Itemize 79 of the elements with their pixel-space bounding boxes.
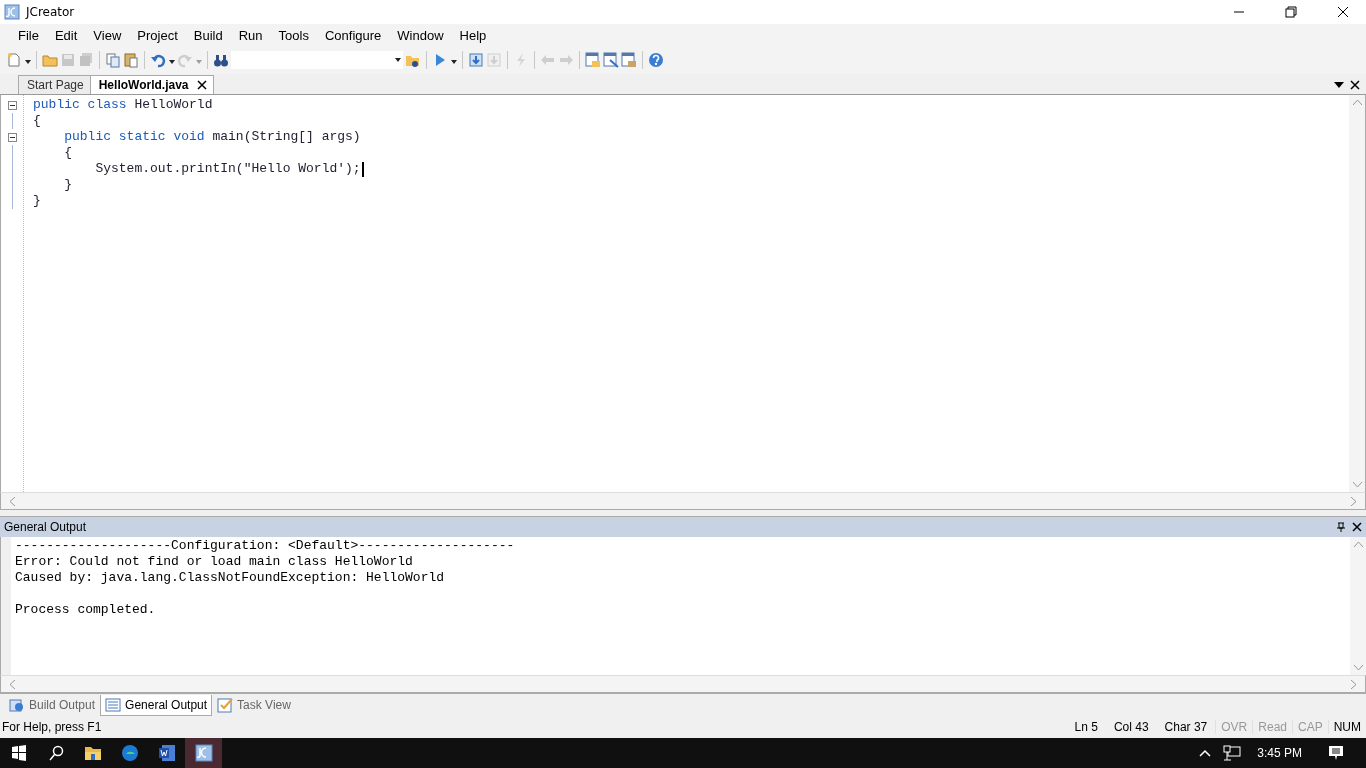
output-line: Process completed. [15, 602, 157, 618]
notification-icon[interactable] [1328, 745, 1344, 761]
fold-toggle-icon[interactable] [7, 132, 17, 142]
scroll-up-icon[interactable] [1353, 541, 1363, 547]
document-icon[interactable] [157, 744, 176, 762]
menu-item[interactable]: Configure [316, 25, 390, 45]
scroll-up-icon[interactable] [1352, 99, 1362, 105]
app-icon [4, 4, 20, 20]
browser-icon[interactable] [120, 744, 139, 762]
status-indicator: NUM [1327, 720, 1366, 734]
panel-tab[interactable]: General Output [100, 694, 213, 716]
window-box-icon[interactable] [621, 52, 637, 68]
window-folder-icon[interactable] [585, 52, 601, 68]
dropdown-arrow-icon[interactable] [1334, 82, 1344, 88]
restore-icon[interactable] [1283, 4, 1299, 20]
menu-item[interactable]: Edit [46, 25, 86, 45]
window-title: JCreator [26, 5, 76, 19]
help-icon[interactable] [648, 52, 664, 68]
dropdown-arrow-icon[interactable] [25, 60, 31, 64]
status-indicator: Read [1252, 720, 1292, 734]
close-icon[interactable] [196, 80, 207, 90]
dropdown-arrow-icon[interactable] [451, 60, 457, 64]
status-pane: Ln 5 [1073, 720, 1099, 734]
menu-item[interactable]: Build [185, 25, 231, 45]
status-pane: Col 43 [1112, 720, 1150, 734]
code-line: } [33, 193, 42, 209]
output-line: --------------------Configuration: <Default>-------------------- [15, 538, 516, 554]
folder-icon[interactable] [83, 745, 102, 761]
code-line: System.out.printIn("Hello World'); [33, 161, 1349, 177]
dropdown-arrow-icon[interactable] [169, 60, 175, 64]
code-line: public static void main(String[] args) [63, 129, 362, 145]
start-icon[interactable] [10, 745, 27, 761]
close-icon[interactable] [1335, 4, 1351, 20]
status-indicator: CAP [1292, 720, 1328, 734]
scroll-left-icon[interactable] [9, 679, 15, 689]
menu-item[interactable]: File [10, 25, 47, 45]
menu-item[interactable]: Project [129, 25, 186, 45]
pin-icon[interactable] [1336, 522, 1346, 532]
scroll-left-icon[interactable] [9, 496, 15, 506]
scroll-down-icon[interactable] [1353, 665, 1363, 671]
output-line: Caused by: java.lang.ClassNotFoundException: HelloWorld [15, 570, 446, 586]
dropdown-arrow-icon[interactable] [395, 58, 401, 62]
fold-toggle-icon[interactable] [7, 100, 17, 110]
close-icon[interactable] [1350, 80, 1360, 90]
scroll-down-icon[interactable] [1352, 482, 1362, 488]
search-icon[interactable] [47, 745, 64, 761]
code-line: public class HelloWorld [33, 97, 214, 113]
menu-item[interactable]: View [85, 25, 130, 45]
copy-icon[interactable] [105, 52, 121, 68]
status-pane: Char 37 [1163, 720, 1209, 734]
panel-title: General Output [4, 520, 88, 534]
output-line: Error: Could not find or load main class HelloWorld [15, 554, 414, 570]
chevron-up-icon[interactable] [1199, 749, 1212, 757]
status-indicator: OVR [1215, 720, 1253, 734]
search-combo-field[interactable] [231, 51, 403, 69]
close-icon[interactable] [1352, 522, 1362, 532]
paste-icon[interactable] [123, 52, 139, 68]
code-line: } [63, 177, 73, 193]
panel-tab[interactable]: Build Output [4, 694, 101, 716]
status-text: For Help, press F1 [2, 720, 103, 734]
code-line: { [33, 113, 42, 129]
menu-item[interactable]: Run [230, 25, 271, 45]
panel-tab[interactable]: Task View [212, 694, 296, 716]
scroll-right-icon[interactable] [1351, 496, 1357, 506]
editor-tab[interactable]: Start Page [18, 75, 91, 94]
clock-time: 3:45 PM [1256, 746, 1303, 760]
code-line: { [63, 145, 73, 161]
menu-item[interactable]: Window [389, 25, 452, 45]
network-icon[interactable] [1223, 745, 1242, 761]
undo-icon[interactable] [150, 52, 166, 68]
editor-tab[interactable]: HelloWorld.java [89, 75, 214, 94]
binoculars-icon[interactable] [213, 52, 229, 68]
checklist-icon [217, 696, 234, 713]
app-icon[interactable] [194, 744, 213, 762]
menu-item[interactable]: Tools [270, 25, 317, 45]
scroll-right-icon[interactable] [1351, 679, 1357, 689]
list-icon [105, 696, 122, 713]
menu-item[interactable]: Help [451, 25, 495, 45]
window-tools-icon[interactable] [603, 52, 619, 68]
